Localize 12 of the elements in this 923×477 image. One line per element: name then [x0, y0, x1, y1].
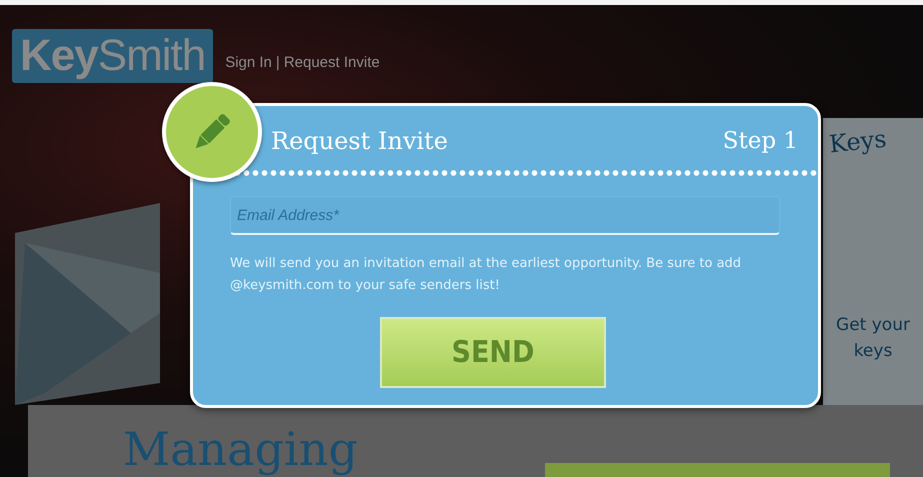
nav-link[interactable]: Request Invite: [284, 54, 380, 71]
logo[interactable]: KeySmith: [12, 29, 214, 83]
side-link[interactable]: Get your keys: [823, 312, 923, 364]
side-heading: Keys: [826, 124, 889, 161]
send-button[interactable]: SEND: [380, 317, 606, 388]
page-heading: Managing: [123, 421, 358, 477]
note-text: We will send you an invitation email at the earliest opportunity. Be sure to add @keysmith.com to your safe senders list!: [230, 255, 742, 295]
nav-separator: |: [276, 54, 280, 71]
step-label: Step 1: [722, 128, 798, 154]
email-field[interactable]: Email Address*: [230, 196, 780, 235]
dialog-title: Request Invite: [271, 127, 448, 155]
nav-link[interactable]: Sign In: [225, 54, 272, 71]
